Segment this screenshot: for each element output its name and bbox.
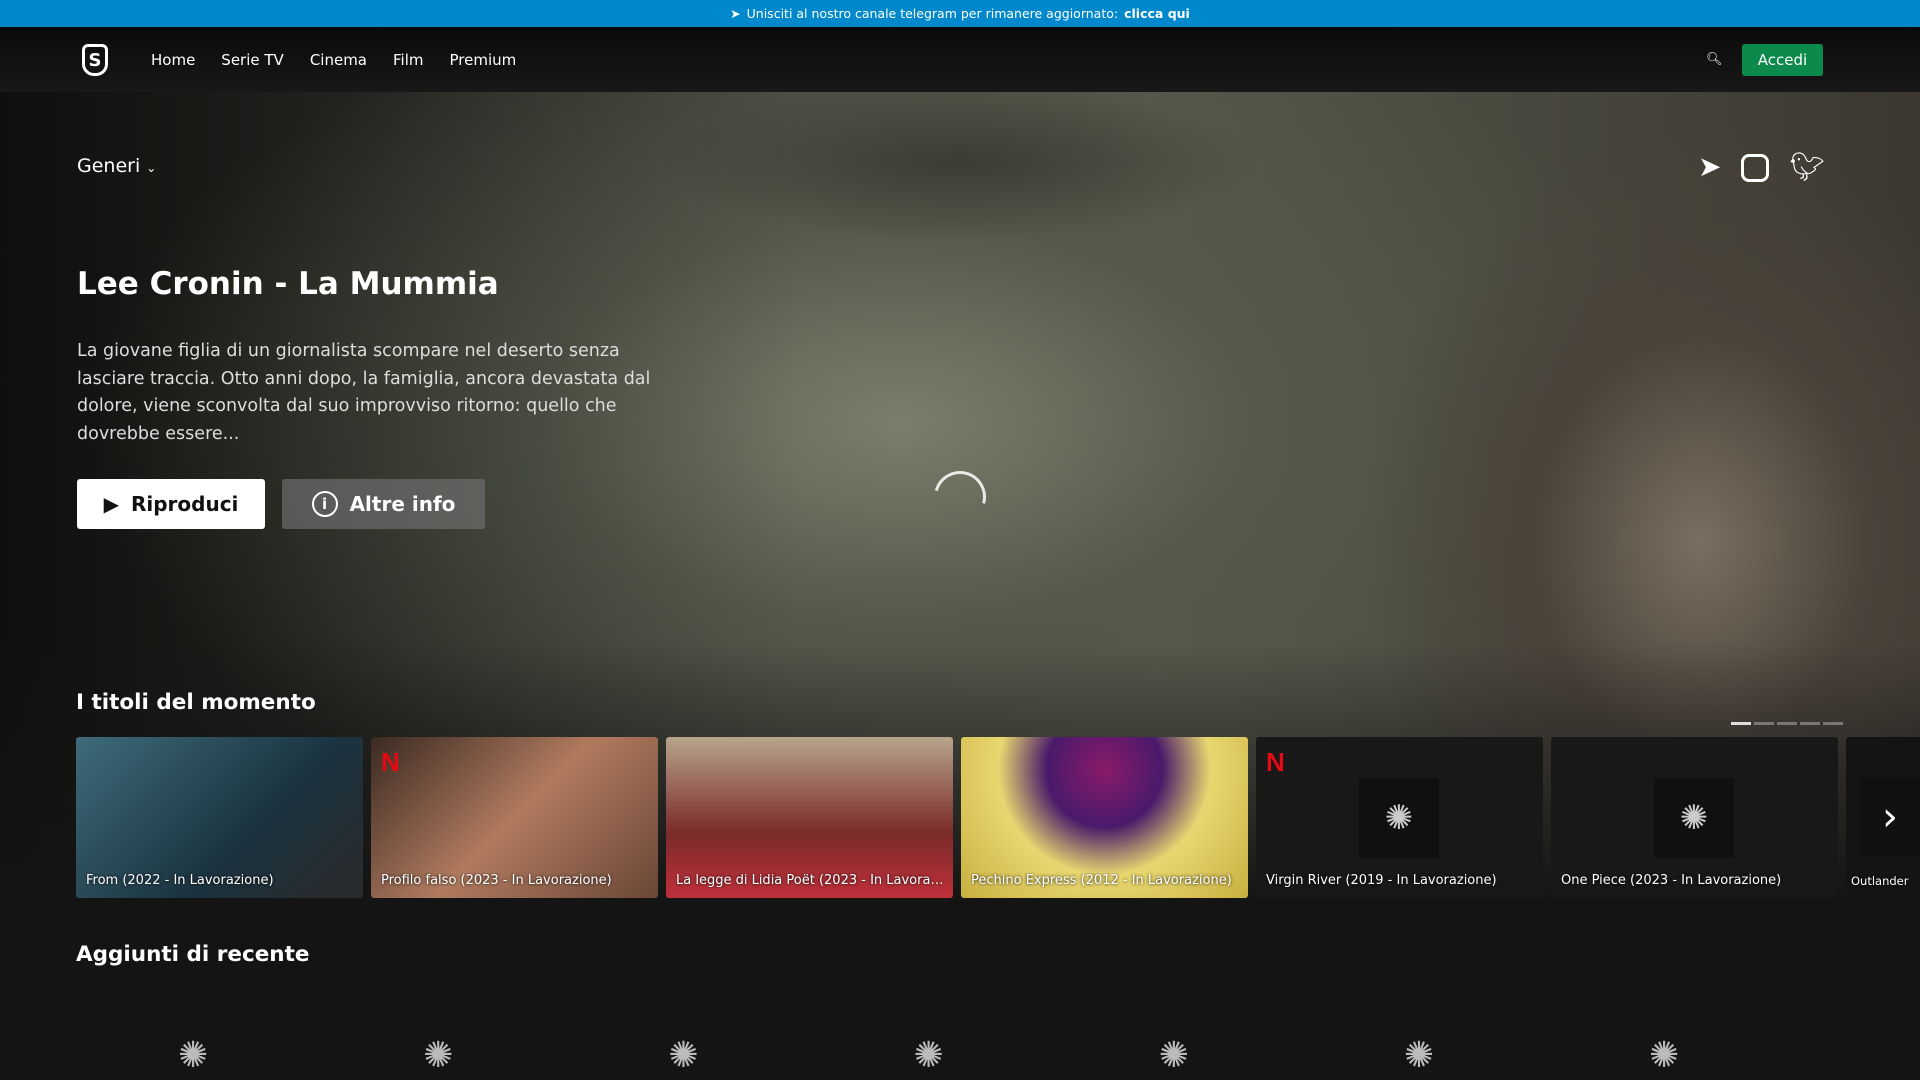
card-caption: Pechino Express (2012 - In Lavorazione) — [971, 873, 1232, 888]
genres-dropdown[interactable]: Generi ⌄ — [77, 155, 156, 177]
netflix-icon: N — [1266, 747, 1285, 777]
top-nav: S Home Serie TV Cinema Film Premium 🔍︎ A… — [0, 27, 1920, 92]
card-caption: From (2022 - In Lavorazione) — [86, 873, 274, 888]
play-icon: ▶ — [103, 492, 119, 516]
nav-serie-tv[interactable]: Serie TV — [221, 51, 284, 69]
loading-spinner-icon: ✺ — [178, 1035, 209, 1076]
nav-film[interactable]: Film — [393, 51, 423, 69]
card-caption: La legge di Lidia Poët (2023 - In Lavora… — [676, 873, 945, 888]
section-title-recent: Aggiunti di recente — [76, 942, 310, 967]
info-icon: i — [311, 491, 338, 517]
instagram-icon[interactable] — [1741, 154, 1770, 182]
nav-premium[interactable]: Premium — [449, 51, 516, 69]
telegram-icon[interactable]: ➤ — [1698, 150, 1721, 183]
banner-link[interactable]: clicca qui — [1124, 6, 1190, 21]
search-icon[interactable]: 🔍︎ — [1706, 52, 1723, 67]
loading-spinner-icon: ✺ — [423, 1035, 454, 1076]
play-label: Riproduci — [130, 492, 239, 516]
telegram-banner[interactable]: ➤ Unisciti al nostro canale telegram per… — [0, 0, 1920, 27]
login-button[interactable]: Accedi — [1742, 44, 1823, 76]
site-logo[interactable]: S — [82, 44, 108, 76]
carousel-pagination[interactable] — [1731, 722, 1843, 725]
genres-label: Generi — [77, 155, 141, 177]
info-label: Altre info — [349, 492, 456, 516]
nav-home[interactable]: Home — [151, 51, 195, 69]
loading-spinner-icon: ✺ — [1649, 1035, 1680, 1076]
loading-spinner-icon: ✺ — [1403, 1035, 1435, 1076]
nav-cinema[interactable]: Cinema — [310, 51, 367, 69]
loading-spinner-icon: ✺ — [668, 1035, 699, 1076]
card-caption: Profilo falso (2023 - In Lavorazione) — [381, 873, 612, 888]
play-button[interactable]: ▶ Riproduci — [77, 479, 265, 529]
twitter-icon[interactable]: 🐦︎ — [1789, 150, 1825, 183]
netflix-icon: N — [381, 747, 400, 777]
chevron-down-icon: ⌄ — [146, 161, 157, 175]
loading-spinner-icon: ✺ — [1158, 1035, 1189, 1076]
card-caption: Virgin River (2019 - In Lavorazione) — [1266, 873, 1497, 888]
section-title-trending: I titoli del momento — [76, 690, 316, 715]
more-info-button[interactable]: i Altre info — [282, 479, 485, 529]
hero-title: Lee Cronin - La Mummia — [77, 266, 499, 302]
title-card[interactable]: ✺ One Piece (2023 - In Lavorazione) — [1551, 737, 1838, 898]
loading-spinner-icon: ✺ — [913, 1035, 944, 1076]
card-caption: One Piece (2023 - In Lavorazione) — [1561, 873, 1782, 888]
loading-spinner-icon: ✺ — [1359, 778, 1439, 858]
recent-row: ✺ ✺ ✺ ✺ ✺ ✺ ✺ — [178, 1035, 1679, 1076]
title-card[interactable]: N ✺ Virgin River (2019 - In Lavorazione) — [1256, 737, 1543, 898]
banner-text: Unisciti al nostro canale telegram per r… — [746, 6, 1119, 21]
telegram-icon: ➤ — [730, 6, 741, 21]
card-caption: Outlander — [1851, 874, 1909, 888]
title-card[interactable]: Pechino Express (2012 - In Lavorazione) — [961, 737, 1248, 898]
chevron-right-icon[interactable]: › — [1860, 777, 1920, 857]
title-card[interactable]: La legge di Lidia Poët (2023 - In Lavora… — [666, 737, 953, 898]
trending-row: From (2022 - In Lavorazione) N Profilo fal… — [76, 737, 1920, 898]
title-card[interactable]: From (2022 - In Lavorazione) — [76, 737, 363, 898]
hero-description: La giovane figlia di un giornalista scom… — [77, 341, 651, 444]
title-card[interactable]: N Profilo falso (2023 - In Lavorazione) — [371, 737, 658, 898]
loading-spinner-icon: ✺ — [1654, 778, 1734, 858]
